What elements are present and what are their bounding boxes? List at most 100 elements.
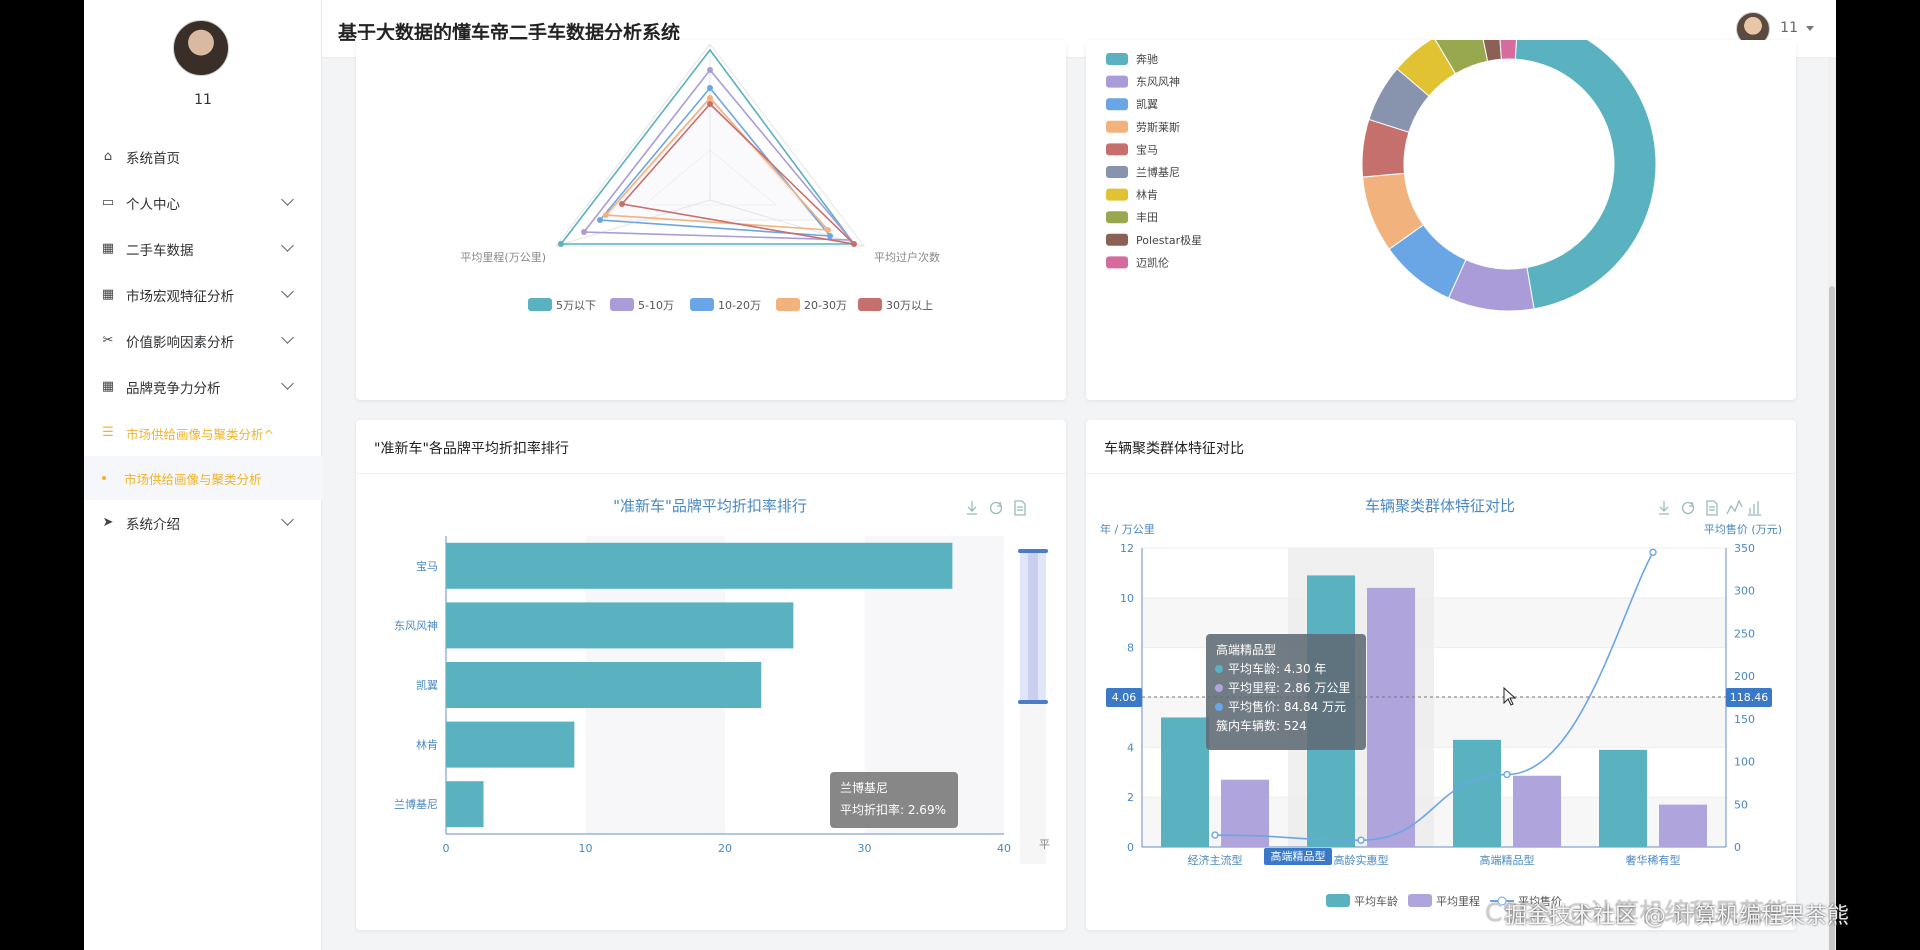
y-right-tick: 150 xyxy=(1734,713,1755,726)
bar[interactable] xyxy=(446,721,575,768)
bar-mileage[interactable] xyxy=(1659,804,1707,847)
sidebar-item-personal[interactable]: ▭ 个人中心 xyxy=(84,180,322,226)
datazoom-slider[interactable]: 平 xyxy=(1018,549,1050,864)
pie-card: 奔驰东风风神凯翼劳斯莱斯宝马兰博基尼林肯丰田 Polestar极星 迈凯伦 xyxy=(1086,40,1796,400)
legend-item[interactable]: 迈凯伦 xyxy=(1136,255,1169,269)
bar[interactable] xyxy=(446,662,762,708)
sidebar-item-label: 个人中心 xyxy=(126,197,180,213)
grid-icon: ▦ xyxy=(101,241,115,256)
sidebar-item-system-intro[interactable]: ➤ 系统介绍 xyxy=(84,500,322,546)
bar[interactable] xyxy=(446,781,484,828)
legend-swatch[interactable] xyxy=(1326,894,1350,907)
legend-swatch[interactable] xyxy=(1106,75,1128,88)
x-tick-label: 30 xyxy=(858,842,872,855)
price-point[interactable] xyxy=(1357,836,1365,844)
user-avatar[interactable] xyxy=(173,20,229,76)
legend-item[interactable]: 劳斯莱斯 xyxy=(1136,121,1180,134)
y-left-axis-name: 年 / 万公里 xyxy=(1100,522,1155,536)
cluster-card: 车辆聚类群体特征对比 车辆聚类群体特征对比 年 / 万公里 平均售价 (万元) … xyxy=(1086,420,1796,930)
y-left-tick: 2 xyxy=(1127,791,1134,804)
legend-item[interactable]: 凯翼 xyxy=(1136,98,1158,111)
sidebar-item-macro-analysis[interactable]: ▦ 市场宏观特征分析 xyxy=(84,272,322,318)
legend-item[interactable]: 平均车龄 xyxy=(1354,894,1398,908)
download-icon[interactable] xyxy=(1659,501,1669,515)
scrollbar-thumb[interactable] xyxy=(1829,286,1835,950)
legend-item[interactable]: 兰博基尼 xyxy=(1136,166,1180,179)
legend-item[interactable]: 10-20万 xyxy=(718,299,761,312)
legend-swatch[interactable] xyxy=(1106,211,1128,224)
legend-swatch[interactable] xyxy=(1106,188,1128,201)
list-icon: ☰ xyxy=(102,425,114,440)
refresh-icon[interactable] xyxy=(989,501,1003,515)
legend-item[interactable]: 30万以上 xyxy=(886,299,933,312)
bar-mileage[interactable] xyxy=(1367,587,1415,847)
legend-swatch[interactable] xyxy=(858,298,882,311)
sidebar-item-label: 市场宏观特征分析 xyxy=(126,289,234,305)
bar[interactable] xyxy=(446,542,953,589)
sidebar-subitem-supply-clustering[interactable]: 市场供给画像与聚类分析 xyxy=(84,456,322,500)
sidebar-item-brand-competition[interactable]: ▦ 品牌竞争力分析 xyxy=(84,364,322,410)
legend-swatch[interactable] xyxy=(610,298,634,311)
legend-swatch[interactable] xyxy=(528,298,552,311)
legend-swatch[interactable] xyxy=(1106,233,1128,246)
price-point[interactable] xyxy=(1211,831,1219,839)
card-header: "准新车"各品牌平均折扣率排行 xyxy=(356,420,1066,474)
send-icon: ➤ xyxy=(102,515,114,530)
legend-item[interactable]: 20-30万 xyxy=(804,299,847,312)
line-chart-icon[interactable] xyxy=(1726,499,1743,515)
legend-item[interactable]: 5万以下 xyxy=(556,299,596,312)
card-icon: ▭ xyxy=(101,195,115,210)
x-tick-label: 20 xyxy=(718,842,732,855)
header-username[interactable]: 11 xyxy=(1780,20,1798,36)
legend-item[interactable]: 奔驰 xyxy=(1136,52,1158,66)
toolbox xyxy=(967,500,1026,516)
bar[interactable] xyxy=(446,602,794,649)
refresh-icon[interactable] xyxy=(1681,501,1695,515)
legend-swatch[interactable] xyxy=(1106,143,1128,156)
download-icon[interactable] xyxy=(967,501,977,515)
radar-indicator-label: 平均过户次数 xyxy=(874,250,940,264)
sidebar-item-usedcar-data[interactable]: ▦ 二手车数据 xyxy=(84,226,322,272)
page-scrollbar[interactable] xyxy=(1828,58,1836,950)
sidebar-item-supply-clustering[interactable]: ☰ 市场供给画像与聚类分析^ xyxy=(84,410,322,456)
price-point[interactable] xyxy=(1649,548,1657,556)
price-point[interactable] xyxy=(1503,770,1511,779)
legend-swatch[interactable] xyxy=(1106,120,1128,133)
legend-swatch[interactable] xyxy=(1106,98,1128,111)
legend-swatch[interactable] xyxy=(1408,894,1432,907)
y-right-tick: 200 xyxy=(1734,670,1755,683)
data-view-icon[interactable] xyxy=(1014,500,1026,516)
pointer-x-value: 高端精品型 xyxy=(1271,849,1326,863)
bar-age[interactable] xyxy=(1161,717,1209,847)
x-tick-label: 高端精品型 xyxy=(1480,853,1535,867)
pie-slice[interactable] xyxy=(1498,40,1517,60)
sidebar-item-label: 价值影响因素分析 xyxy=(126,335,234,351)
legend-item[interactable]: 林肯 xyxy=(1136,188,1158,202)
legend-swatch[interactable] xyxy=(1106,256,1128,269)
pie-slice[interactable] xyxy=(1514,40,1657,310)
chevron-down-icon xyxy=(281,193,294,206)
sidebar-item-home[interactable]: ⌂ 系统首页 xyxy=(84,134,322,180)
data-view-icon[interactable] xyxy=(1706,500,1718,516)
bar-mileage[interactable] xyxy=(1221,779,1269,847)
legend-item[interactable]: 丰田 xyxy=(1136,211,1158,224)
x-tick-label: 10 xyxy=(579,842,593,855)
app-window: 11 ⌂ 系统首页 ▭ 个人中心 ▦ 二手车数据 ▦ 市场宏观特征分析 ✂ 价值影响因素分… xyxy=(84,0,1836,950)
legend-swatch[interactable] xyxy=(1106,53,1128,65)
sidebar-item-value-factors[interactable]: ✂ 价值影响因素分析 xyxy=(84,318,322,364)
grid-icon: ▦ xyxy=(101,379,115,394)
legend-swatch[interactable] xyxy=(776,298,800,311)
legend-item[interactable]: Polestar极星 xyxy=(1136,233,1202,247)
caret-down-icon[interactable] xyxy=(1806,26,1814,31)
bar-chart-icon[interactable] xyxy=(1748,501,1761,516)
bar-mileage[interactable] xyxy=(1513,775,1561,847)
legend-item[interactable]: 5-10万 xyxy=(638,299,674,312)
legend-swatch[interactable] xyxy=(1106,166,1128,178)
legend-item[interactable]: 东风风神 xyxy=(1136,75,1180,89)
legend-swatch[interactable] xyxy=(690,298,714,311)
bar-age[interactable] xyxy=(1599,749,1647,847)
legend-item[interactable]: 宝马 xyxy=(1136,142,1158,156)
legend-item[interactable]: 平均里程 xyxy=(1436,895,1480,908)
bar-age[interactable] xyxy=(1453,739,1501,847)
sidebar-item-label: 市场供给画像与聚类分析^ xyxy=(126,426,274,442)
